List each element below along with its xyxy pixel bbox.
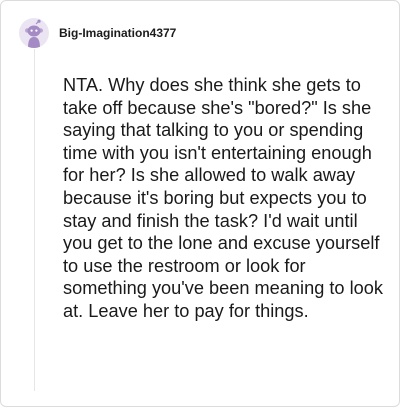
snoo-avatar-icon[interactable] [19, 18, 49, 48]
comment-body: NTA. Why does she think she gets to take… [63, 75, 383, 321]
comment-author[interactable]: Big-Imagination4377 [59, 26, 176, 40]
comment-card: Big-Imagination4377 NTA. Why does she th… [0, 0, 400, 407]
comment-header: Big-Imagination4377 [19, 17, 176, 49]
thread-line[interactable] [34, 49, 35, 391]
